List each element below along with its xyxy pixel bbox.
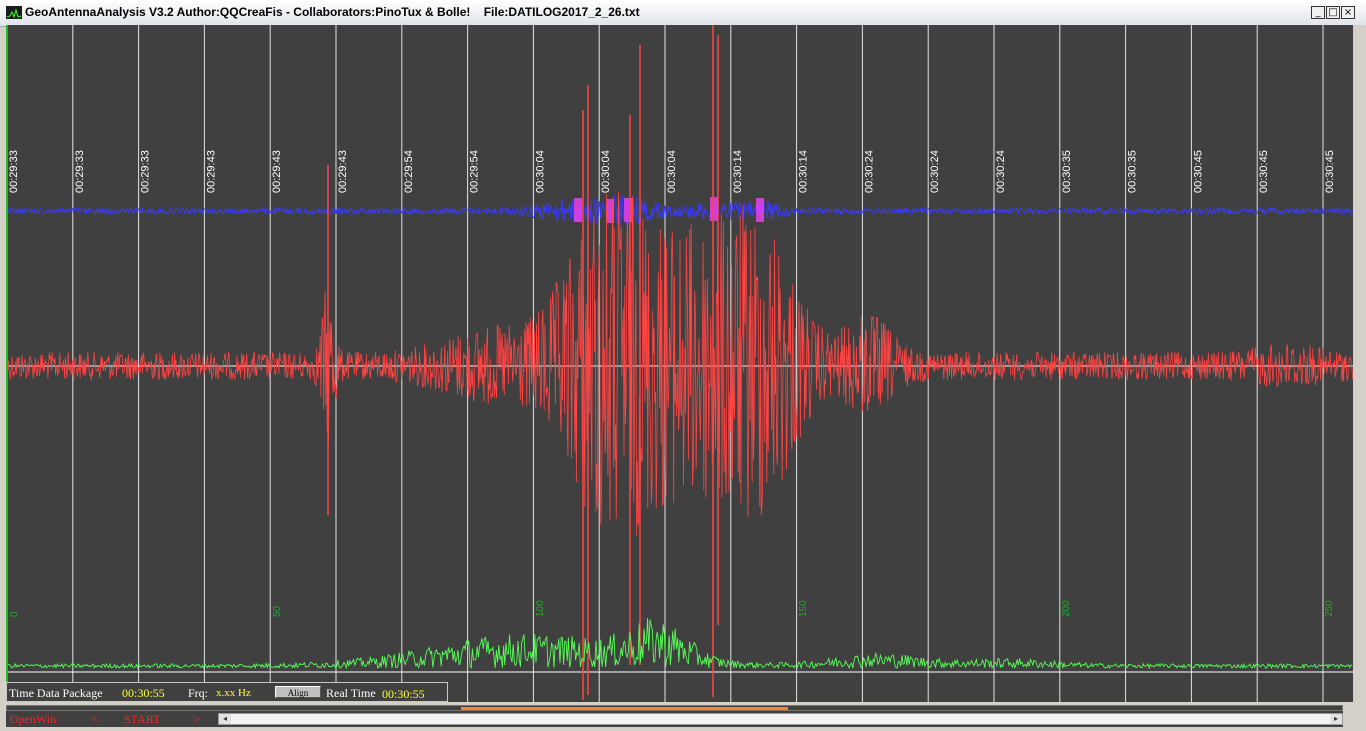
time-tick-label: 00:30:04 xyxy=(600,150,612,193)
time-tick-label: 00:29:33 xyxy=(74,150,86,193)
time-data-package-value: 00:30:55 xyxy=(122,686,165,700)
previous-button[interactable]: < xyxy=(91,712,98,727)
signal-plot[interactable]: 00:29:33 00:29:33 00:29:33 00:29:43 00:29:43… xyxy=(6,25,1353,702)
time-data-package-label: Time Data Package xyxy=(9,686,103,700)
red-signal-trace xyxy=(8,191,1353,536)
navigation-bar: OpenWin < START > ◂ ▸ xyxy=(6,711,1343,727)
time-tick-label: 00:29:54 xyxy=(469,150,481,193)
frequency-value: x.xx Hz xyxy=(216,687,251,699)
close-button[interactable]: × xyxy=(1341,6,1355,19)
frequency-tick-label: 250 xyxy=(1324,600,1335,617)
time-tick-label: 00:29:54 xyxy=(403,150,415,193)
time-tick-label: 00:30:45 xyxy=(1324,150,1336,193)
progress-fill xyxy=(460,707,788,710)
time-tick-label: 00:30:24 xyxy=(863,150,875,193)
openwin-button[interactable]: OpenWin xyxy=(10,712,56,727)
align-button[interactable]: Align xyxy=(275,686,321,698)
scroll-left-arrow-icon[interactable]: ◂ xyxy=(219,714,231,724)
time-tick-label: 00:30:04 xyxy=(534,150,546,193)
minimize-button[interactable]: _ xyxy=(1311,6,1325,19)
magenta-peak xyxy=(574,198,582,222)
frequency-tick-label: 200 xyxy=(1061,600,1072,617)
green-spectrum-trace xyxy=(8,617,1353,670)
time-tick-label: 00:29:43 xyxy=(337,150,349,193)
frequency-tick-label: 50 xyxy=(272,605,283,617)
maximize-button[interactable]: □ xyxy=(1326,6,1340,19)
scroll-right-arrow-icon[interactable]: ▸ xyxy=(1330,714,1342,724)
time-tick-label: 00:30:35 xyxy=(1061,150,1073,193)
title-bar[interactable]: GeoAntennaAnalysis V3.2 Author:QQCreaFis… xyxy=(0,0,1366,27)
time-tick-label: 00:29:33 xyxy=(140,150,152,193)
time-tick-label: 00:30:35 xyxy=(1127,150,1139,193)
frequency-label: Frq: xyxy=(188,686,209,700)
time-tick-label: 00:30:45 xyxy=(1192,150,1204,193)
app-icon xyxy=(6,6,22,19)
window-title: GeoAntennaAnalysis V3.2 Author:QQCreaFis… xyxy=(25,5,640,19)
status-panel: Time Data Package 00:30:55 Frq: x.xx Hz … xyxy=(6,682,448,702)
time-tick-label: 00:30:45 xyxy=(1258,150,1270,193)
signal-plot-canvas: 00:29:33 00:29:33 00:29:33 00:29:43 00:29:43… xyxy=(8,25,1353,702)
blue-signal-trace xyxy=(8,195,1353,227)
time-tick-label: 00:29:33 xyxy=(8,150,20,193)
frequency-tick-label: 0 xyxy=(9,611,20,617)
frequency-tick-label: 100 xyxy=(535,600,546,617)
time-tick-label: 00:29:43 xyxy=(205,150,217,193)
window-border xyxy=(1353,25,1366,731)
time-tick-label: 00:30:24 xyxy=(929,150,941,193)
magenta-peak xyxy=(756,198,764,222)
magenta-peak xyxy=(624,198,632,222)
next-button[interactable]: > xyxy=(193,712,200,727)
start-button[interactable]: START xyxy=(124,712,160,727)
timeline-scrollbar[interactable]: ◂ ▸ xyxy=(218,713,1343,725)
time-tick-label: 00:29:43 xyxy=(271,150,283,193)
time-tick-label: 00:30:14 xyxy=(798,150,810,193)
real-time-value: 00:30:55 xyxy=(382,687,425,701)
time-tick-label: 00:30:04 xyxy=(666,150,678,193)
real-time-label: Real Time xyxy=(326,686,376,700)
time-tick-label: 00:30:14 xyxy=(732,150,744,193)
magenta-peak xyxy=(710,197,718,221)
time-tick-label: 00:30:24 xyxy=(995,150,1007,193)
frequency-tick-label: 150 xyxy=(798,600,809,617)
